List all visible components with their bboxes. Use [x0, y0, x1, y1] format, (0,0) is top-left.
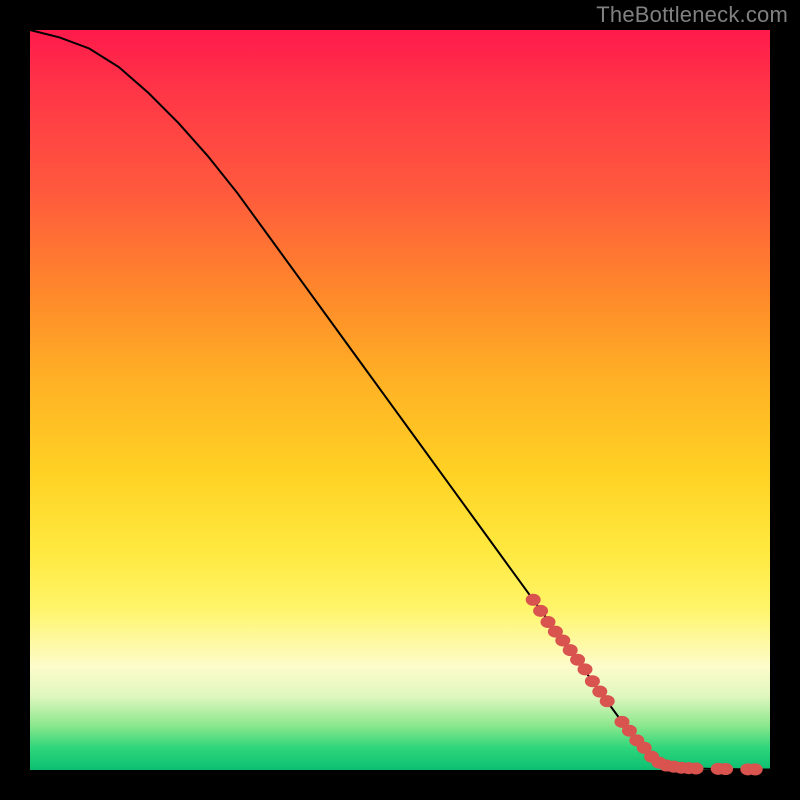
marker-point	[689, 763, 703, 774]
plot-area	[30, 30, 770, 770]
marker-point	[622, 725, 636, 736]
curve-layer	[30, 30, 770, 770]
marker-point	[585, 676, 599, 687]
marker-point	[571, 654, 585, 665]
chart-frame: TheBottleneck.com	[0, 0, 800, 800]
marker-point	[534, 605, 548, 616]
marker-point	[719, 764, 733, 775]
marker-point	[600, 696, 614, 707]
marker-point	[541, 617, 555, 628]
watermark-text: TheBottleneck.com	[596, 2, 788, 28]
marker-point	[578, 664, 592, 675]
marker-point	[748, 764, 762, 775]
marker-point	[556, 635, 570, 646]
marker-point	[563, 645, 577, 656]
bottleneck-curve	[30, 30, 770, 769]
marker-group	[526, 594, 762, 775]
marker-point	[526, 594, 540, 605]
marker-point	[593, 686, 607, 697]
